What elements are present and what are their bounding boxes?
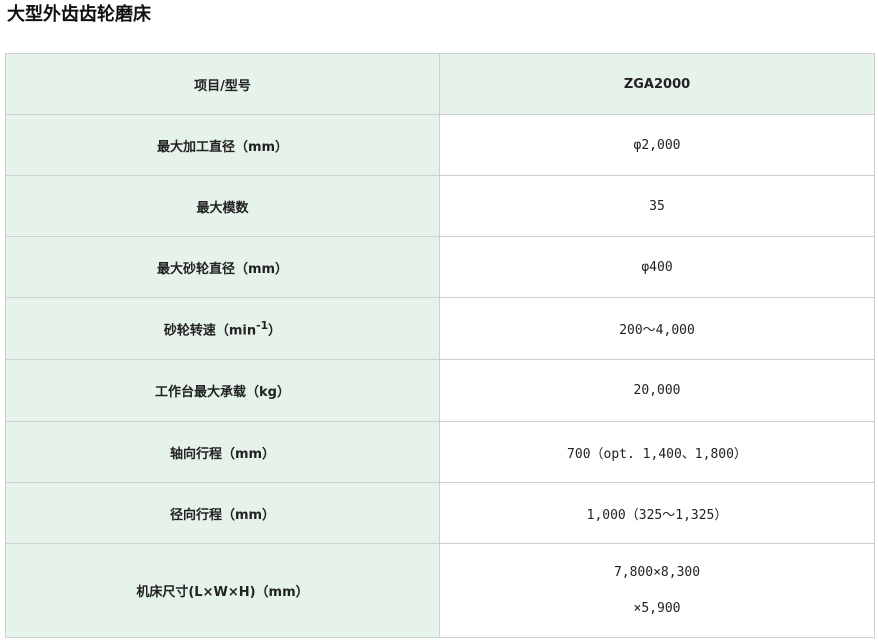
row-value: φ2,000 [439, 114, 875, 176]
row-value-line-1: 7,800×8,300 [613, 564, 701, 580]
row-value: φ400 [439, 236, 875, 298]
table-row: 工作台最大承载（kg） 20,000 [5, 359, 875, 422]
table-row: 最大砂轮直径（mm） φ400 [5, 236, 875, 298]
row-label: 最大砂轮直径（mm） [5, 236, 440, 298]
header-model-cell: ZGA2000 [439, 53, 875, 115]
row-label-prefix: 砂轮转速（min [163, 323, 257, 339]
table-row: 最大模数 35 [5, 175, 875, 237]
row-label: 径向行程（mm） [5, 482, 440, 544]
table-row: 轴向行程（mm） 700（opt. 1,400、1,800） [5, 421, 875, 483]
row-value: 35 [439, 175, 875, 237]
row-value: 7,800×8,300 ×5,900 [439, 543, 875, 638]
spec-table: 项目/型号 ZGA2000 最大加工直径（mm） φ2,000 最大模数 35 … [5, 53, 875, 638]
row-label-superscript: -1 [256, 318, 269, 332]
table-row: 最大加工直径（mm） φ2,000 [5, 114, 875, 176]
row-label-suffix: ） [268, 323, 282, 339]
row-label: 最大加工直径（mm） [5, 114, 440, 176]
table-row: 径向行程（mm） 1,000（325～1,325） [5, 482, 875, 544]
page-title: 大型外齿齿轮磨床 [7, 4, 151, 25]
row-label: 最大模数 [5, 175, 440, 237]
row-label: 工作台最大承载（kg） [5, 359, 440, 422]
row-label: 机床尺寸(L×W×H)（mm） [5, 543, 440, 638]
row-label: 砂轮转速（min-1） [5, 297, 440, 360]
row-value: 200～4,000 [439, 297, 875, 360]
row-value: 1,000（325～1,325） [439, 482, 875, 544]
table-row: 机床尺寸(L×W×H)（mm） 7,800×8,300 ×5,900 [5, 543, 875, 638]
table-header-row: 项目/型号 ZGA2000 [5, 53, 875, 115]
row-value-line-2: ×5,900 [633, 600, 681, 616]
row-value: 20,000 [439, 359, 875, 422]
row-label: 轴向行程（mm） [5, 421, 440, 483]
header-label-cell: 项目/型号 [5, 53, 440, 115]
row-value: 700（opt. 1,400、1,800） [439, 421, 875, 483]
table-row: 砂轮转速（min-1） 200～4,000 [5, 297, 875, 360]
